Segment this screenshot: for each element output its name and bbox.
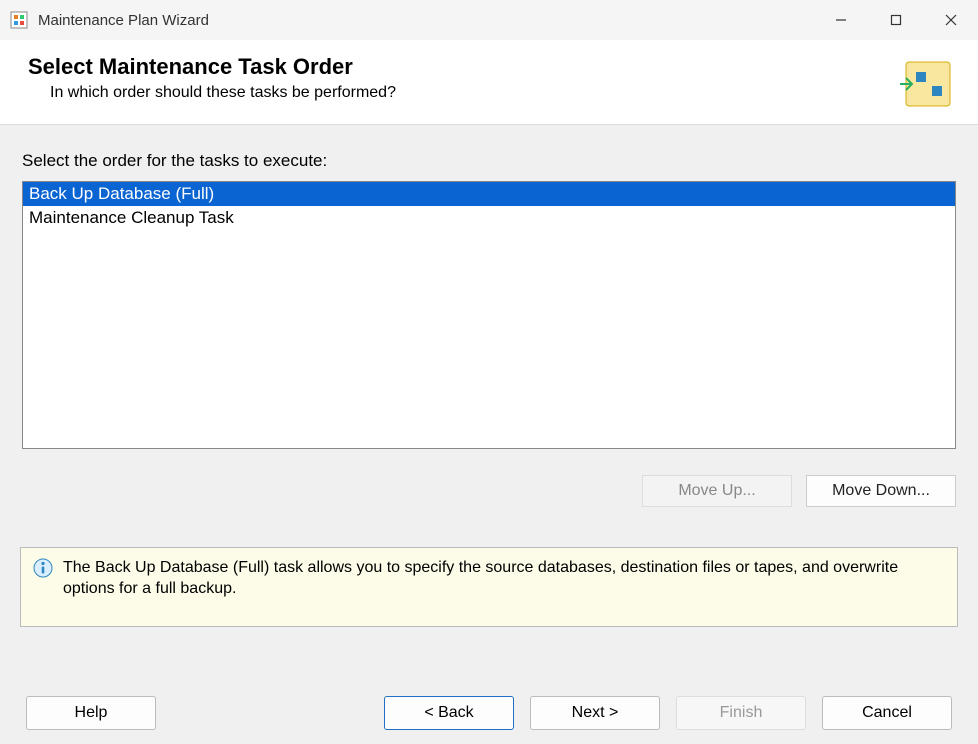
cancel-button[interactable]: Cancel [822,696,952,730]
page-title: Select Maintenance Task Order [28,54,898,80]
page-subtitle: In which order should these tasks be per… [50,84,898,102]
wizard-footer: Help < Back Next > Finish Cancel [0,696,978,730]
finish-button[interactable]: Finish [676,696,806,730]
wizard-graphic-icon [898,54,958,114]
move-up-button[interactable]: Move Up... [642,475,792,507]
move-down-button[interactable]: Move Down... [806,475,956,507]
close-button[interactable] [923,0,978,40]
list-item[interactable]: Maintenance Cleanup Task [23,206,955,230]
next-button[interactable]: Next > [530,696,660,730]
info-panel: The Back Up Database (Full) task allows … [20,547,958,627]
maximize-button[interactable] [868,0,923,40]
list-item[interactable]: Back Up Database (Full) [23,182,955,206]
wizard-header: Select Maintenance Task Order In which o… [0,40,978,125]
window-title: Maintenance Plan Wizard [38,12,813,29]
help-button[interactable]: Help [26,696,156,730]
back-button[interactable]: < Back [384,696,514,730]
app-icon [10,11,28,29]
content-area: Select the order for the tasks to execut… [0,125,978,517]
info-text: The Back Up Database (Full) task allows … [63,558,945,600]
info-icon [33,558,53,578]
minimize-button[interactable] [813,0,868,40]
task-order-listbox[interactable]: Back Up Database (Full)Maintenance Clean… [22,181,956,449]
titlebar: Maintenance Plan Wizard [0,0,978,40]
instruction-label: Select the order for the tasks to execut… [22,151,956,171]
